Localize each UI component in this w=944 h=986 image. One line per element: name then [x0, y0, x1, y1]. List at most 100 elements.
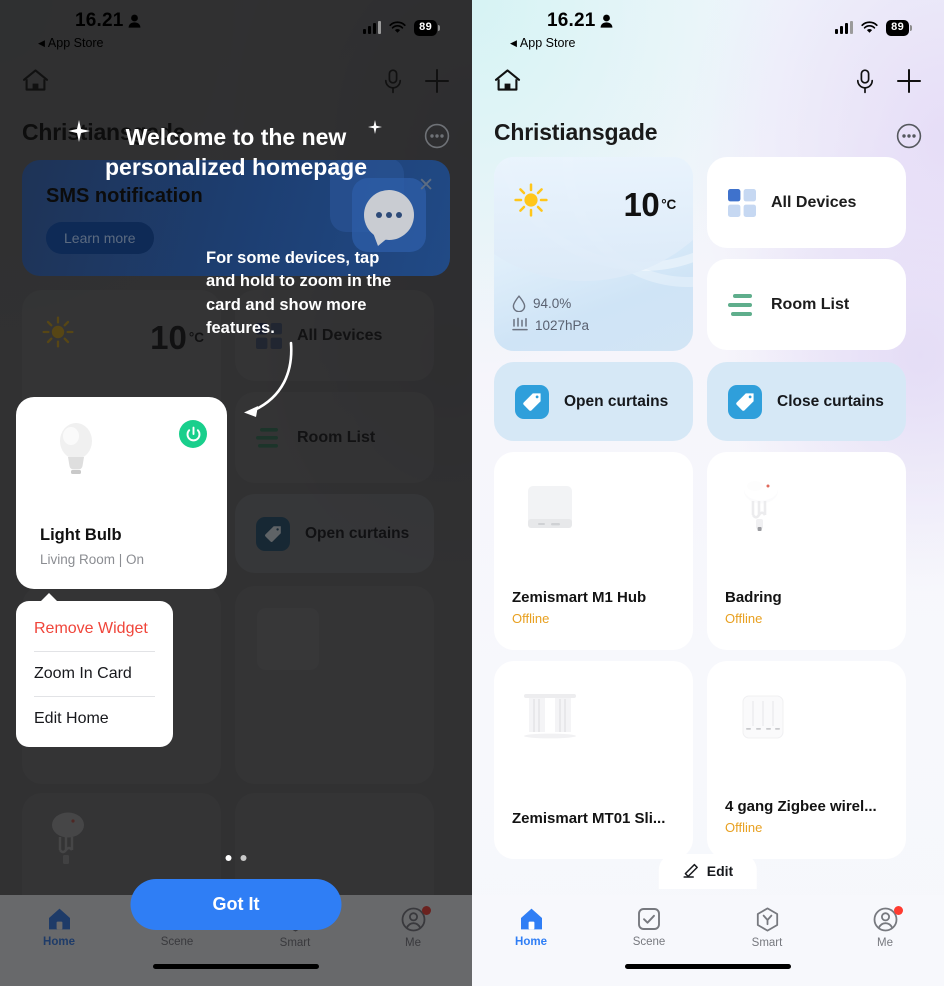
top-row: 10 °C 94.0% 1027hPa All Devices Room Lis…: [472, 157, 944, 351]
battery-level: 89: [886, 20, 909, 36]
grid-squares-icon: [728, 188, 756, 217]
nav-actions-right: [856, 68, 922, 99]
device-name: Zemismart M1 Hub: [512, 589, 647, 606]
battery-level: 89: [414, 20, 437, 36]
microphone-icon[interactable]: [384, 68, 402, 99]
nav-row-right: [472, 68, 944, 108]
device-name: Badring: [725, 589, 782, 606]
edit-button[interactable]: Edit: [658, 854, 758, 889]
all-devices-label: All Devices: [771, 193, 857, 211]
back-label: App Store: [47, 36, 104, 50]
tab-scene-label-right: Scene: [632, 936, 666, 948]
back-triangle-icon: ◀: [510, 37, 517, 48]
gang-switch-icon: [729, 683, 797, 751]
nav-actions-left: [384, 68, 450, 99]
check-square-icon: [638, 908, 660, 930]
room-list-label: Room List: [771, 295, 850, 313]
nav-row-left: [0, 68, 472, 108]
onboarding-body: For some devices, tap and hold to zoom i…: [206, 249, 392, 338]
tag-icon: [515, 384, 549, 419]
light-bulb-icon: [60, 423, 92, 474]
me-notification-badge: [894, 906, 903, 915]
carousel-page-dots[interactable]: [225, 855, 247, 861]
device-status: Offline: [725, 820, 763, 835]
person-icon: [128, 14, 140, 28]
tag-icon: [728, 384, 762, 419]
hexagon-y-icon: [756, 907, 778, 932]
device-card-zemismart-mt01[interactable]: Zemismart MT01 Sli...: [494, 661, 693, 859]
status-indicators: 89: [363, 20, 440, 36]
tab-home-right[interactable]: Home: [472, 907, 590, 948]
edit-button-label: Edit: [706, 862, 734, 879]
tab-home-label-right: Home: [515, 936, 547, 948]
device-card-4-gang-zigbee[interactable]: 4 gang Zigbee wirel... Offline: [707, 661, 906, 859]
devices-row-2: Zemismart MT01 Sli... 4 gang Zigbee wire…: [472, 661, 944, 859]
got-it-button[interactable]: Got It: [130, 879, 342, 930]
light-bulb-widget[interactable]: Light Bulb Living Room | On: [16, 397, 227, 589]
power-toggle-button[interactable]: [179, 420, 207, 448]
light-widget-subtitle: Living Room | On: [40, 552, 145, 567]
barometer-icon: [512, 317, 528, 331]
water-sensor-icon: [729, 474, 797, 542]
status-time: 16.21: [547, 10, 613, 32]
weather-humidity: 94.0%: [512, 295, 589, 312]
microphone-icon[interactable]: [856, 68, 874, 99]
page-title-right: Christiansgade: [494, 119, 658, 145]
sun-icon: [514, 183, 548, 217]
devices-row-1: Zemismart M1 Hub Offline Badring Offline: [472, 452, 944, 650]
scene-close-curtains[interactable]: Close curtains: [707, 362, 906, 441]
home-indicator-left: [153, 964, 319, 969]
room-list-tile[interactable]: Room List: [707, 259, 906, 350]
widget-context-menu[interactable]: Remove Widget Zoom In Card Edit Home: [16, 593, 173, 747]
status-time-text: 16.21: [547, 10, 596, 31]
back-to-app-store[interactable]: ◀ App Store: [510, 36, 576, 50]
tab-scene-right[interactable]: Scene: [590, 907, 708, 948]
tab-me-right[interactable]: Me: [826, 906, 944, 949]
person-icon: [600, 14, 612, 28]
phone-right-home: 16.21 ◀ App Store 89 Christiansgade 10 °…: [472, 0, 944, 986]
all-devices-tile[interactable]: All Devices: [707, 157, 906, 248]
more-dots-icon[interactable]: [896, 123, 922, 154]
tab-bar-right: Home Scene Smart Me: [472, 895, 944, 986]
home-content: 10 °C 94.0% 1027hPa All Devices Room Lis…: [472, 157, 944, 870]
promo-learn-more-button[interactable]: Learn more: [46, 222, 154, 254]
onboarding-headline: Welcome to the new personalized homepage: [104, 124, 367, 181]
battery-indicator: 89: [414, 20, 440, 36]
weather-card[interactable]: 10 °C 94.0% 1027hPa: [494, 157, 693, 351]
promo-title: SMS notification: [46, 185, 203, 207]
scenes-row: Open curtains Close curtains: [472, 362, 944, 441]
device-name: 4 gang Zigbee wirel...: [725, 798, 877, 815]
tiles-column: All Devices Room List: [707, 157, 906, 351]
plus-icon[interactable]: [896, 68, 922, 99]
droplet-icon: [512, 295, 526, 312]
battery-indicator: 89: [886, 20, 912, 36]
context-menu-edit-home[interactable]: Edit Home: [16, 697, 173, 741]
list-lines-icon: [728, 293, 752, 316]
context-menu-zoom-in-card[interactable]: Zoom In Card: [16, 652, 173, 696]
back-triangle-icon: ◀: [38, 37, 45, 48]
scene-open-curtains[interactable]: Open curtains: [494, 362, 693, 441]
home-indicator-right: [625, 964, 791, 969]
curtain-icon: [516, 683, 584, 751]
phone-left-onboarding: 10 °C All Devices Room List: [0, 0, 472, 986]
pencil-icon: [683, 863, 698, 878]
tab-me-label-right: Me: [877, 937, 893, 949]
home-outline-icon[interactable]: [22, 68, 49, 98]
device-name: Zemismart MT01 Sli...: [512, 810, 666, 827]
status-time-text: 16.21: [75, 10, 124, 31]
device-card-zemismart-m1-hub[interactable]: Zemismart M1 Hub Offline: [494, 452, 693, 650]
wifi-icon: [861, 21, 878, 34]
status-bar-left: 16.21 ◀ App Store 89: [0, 0, 472, 56]
wifi-icon: [389, 21, 406, 34]
weather-pressure-value: 1027hPa: [535, 317, 590, 333]
back-to-app-store[interactable]: ◀ App Store: [38, 36, 104, 50]
plus-icon[interactable]: [424, 68, 450, 99]
context-menu-remove-widget[interactable]: Remove Widget: [16, 607, 173, 651]
tab-smart-right[interactable]: Smart: [708, 907, 826, 949]
home-outline-icon[interactable]: [494, 68, 521, 98]
device-card-badring[interactable]: Badring Offline: [707, 452, 906, 650]
status-time: 16.21: [75, 10, 141, 32]
status-bar-right: 16.21 ◀ App Store 89: [472, 0, 944, 56]
scene-close-curtains-label: Close curtains: [777, 392, 884, 410]
status-indicators: 89: [835, 20, 912, 36]
